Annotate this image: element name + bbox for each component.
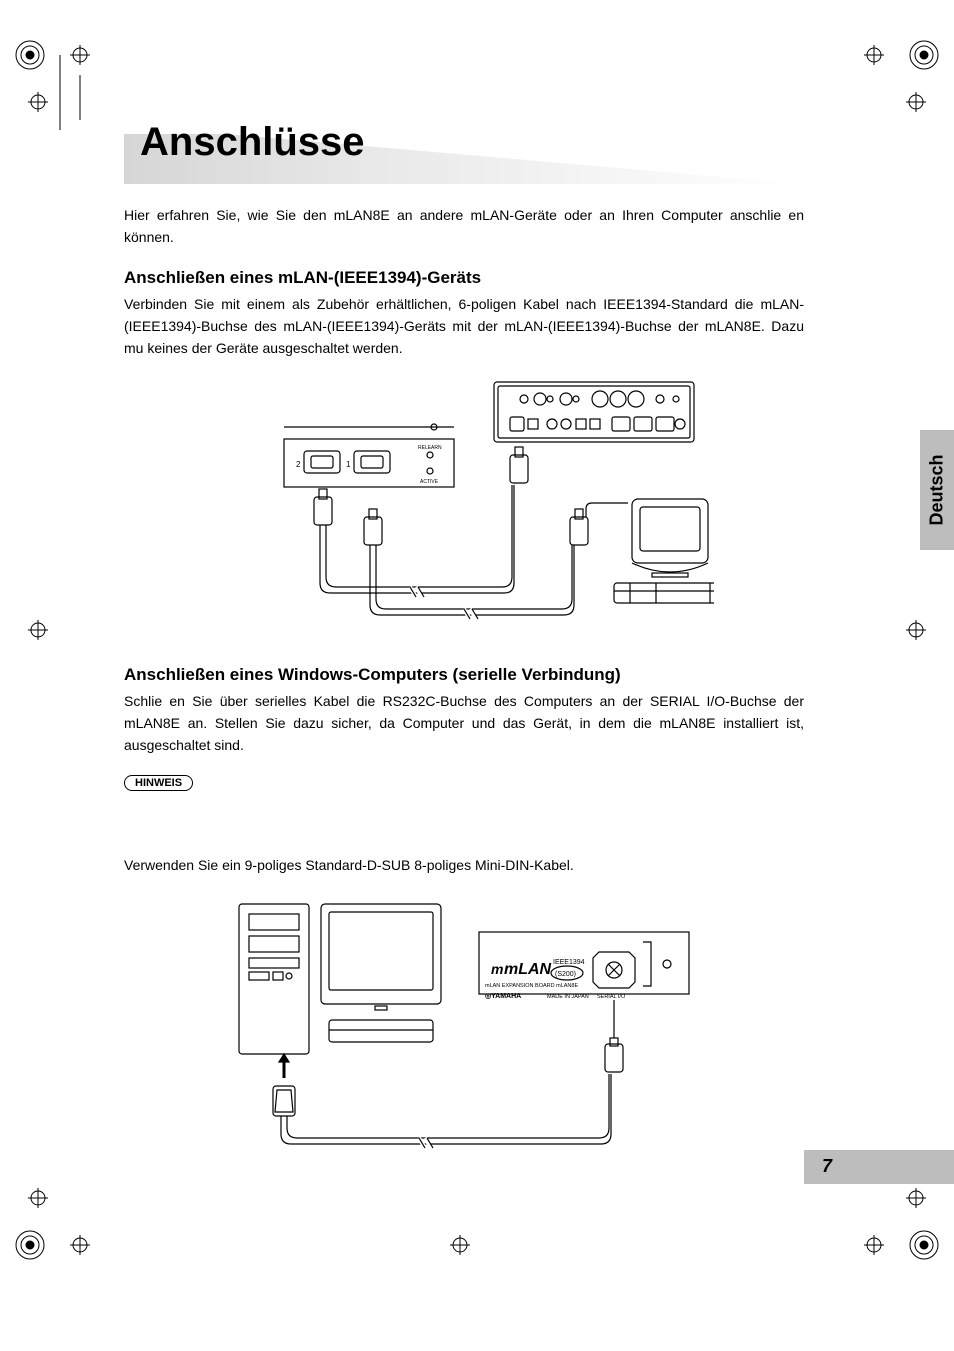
svg-text:RELEARN: RELEARN: [418, 445, 442, 451]
title-wrap: Anschlüsse: [124, 120, 804, 165]
page-number-tab: 7: [804, 1150, 954, 1184]
svg-text:ACTIVE: ACTIVE: [420, 479, 439, 485]
section2-heading: Anschließen eines Windows-Computers (ser…: [124, 665, 804, 685]
svg-text:SERIAL I/O: SERIAL I/O: [597, 994, 626, 1000]
svg-text:mLAN: mLAN: [504, 961, 552, 978]
intro-paragraph: Hier erfahren Sie, wie Sie den mLAN8E an…: [124, 205, 804, 248]
svg-text:IEEE1394: IEEE1394: [553, 959, 585, 966]
section1-body: Verbinden Sie mit einem als Zubehör erhä…: [124, 294, 804, 359]
page-number: 7: [822, 1156, 832, 1177]
svg-text:◎YAMAHA: ◎YAMAHA: [485, 993, 521, 1000]
svg-text:(S200): (S200): [555, 971, 576, 978]
figure-serial-connection: m mLAN IEEE1394 (S200) mLAN EXPANSION BO…: [124, 894, 804, 1164]
page-title: Anschlüsse: [124, 120, 804, 165]
section2-body: Schlie en Sie über serielles Kabel die R…: [124, 691, 804, 756]
svg-text:m: m: [491, 961, 503, 977]
svg-text:1: 1: [346, 460, 351, 469]
language-tab: Deutsch: [920, 430, 954, 550]
page-content: Anschlüsse Hier erfahren Sie, wie Sie de…: [124, 120, 804, 1192]
figure-mlan-connection: 2 1 RELEARN ACTIVE: [124, 377, 804, 637]
hint-badge: HINWEIS: [124, 775, 193, 791]
cable-note: Verwenden Sie ein 9-poliges Standard-D-S…: [124, 855, 804, 877]
svg-text:mLAN EXPANSION BOARD mLAN8E: mLAN EXPANSION BOARD mLAN8E: [485, 983, 578, 989]
svg-text:2: 2: [296, 460, 301, 469]
svg-text:MADE IN JAPAN: MADE IN JAPAN: [547, 994, 589, 1000]
language-label: Deutsch: [927, 454, 948, 525]
section1-heading: Anschließen eines mLAN-(IEEE1394)-Geräts: [124, 268, 804, 288]
